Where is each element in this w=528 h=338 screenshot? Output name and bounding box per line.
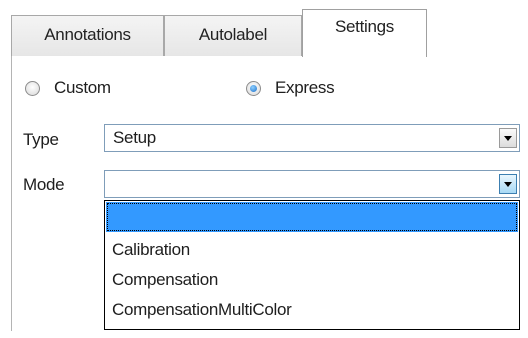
express-radio-option[interactable]: Express xyxy=(246,78,335,98)
mode-option-calibration[interactable]: Calibration xyxy=(106,235,518,265)
mode-combobox[interactable] xyxy=(104,170,520,198)
express-radio-icon[interactable] xyxy=(246,80,261,96)
mode-option-compensation[interactable]: Compensation xyxy=(106,265,518,295)
mode-dropdown-list: Calibration Compensation CompensationMul… xyxy=(104,200,520,330)
type-dropdown-button[interactable] xyxy=(499,128,517,148)
mode-option-blank[interactable] xyxy=(106,202,518,232)
chevron-down-icon xyxy=(504,136,512,141)
tab-annotations[interactable]: Annotations xyxy=(11,15,164,57)
express-radio-label[interactable]: Express xyxy=(275,78,335,98)
custom-radio-label[interactable]: Custom xyxy=(54,78,111,98)
mode-option-compensation-multicolor[interactable]: CompensationMultiColor xyxy=(106,295,518,325)
custom-radio-option[interactable]: Custom xyxy=(25,78,111,98)
type-combobox[interactable]: Setup xyxy=(104,124,520,152)
mode-label: Mode xyxy=(23,175,65,194)
chevron-down-icon xyxy=(504,182,512,187)
custom-radio-icon[interactable] xyxy=(25,80,40,96)
tab-autolabel[interactable]: Autolabel xyxy=(164,15,302,57)
tab-settings[interactable]: Settings xyxy=(302,9,427,57)
mode-dropdown-button[interactable] xyxy=(499,174,517,194)
type-combobox-value: Setup xyxy=(113,128,156,147)
type-label: Type xyxy=(23,130,59,149)
